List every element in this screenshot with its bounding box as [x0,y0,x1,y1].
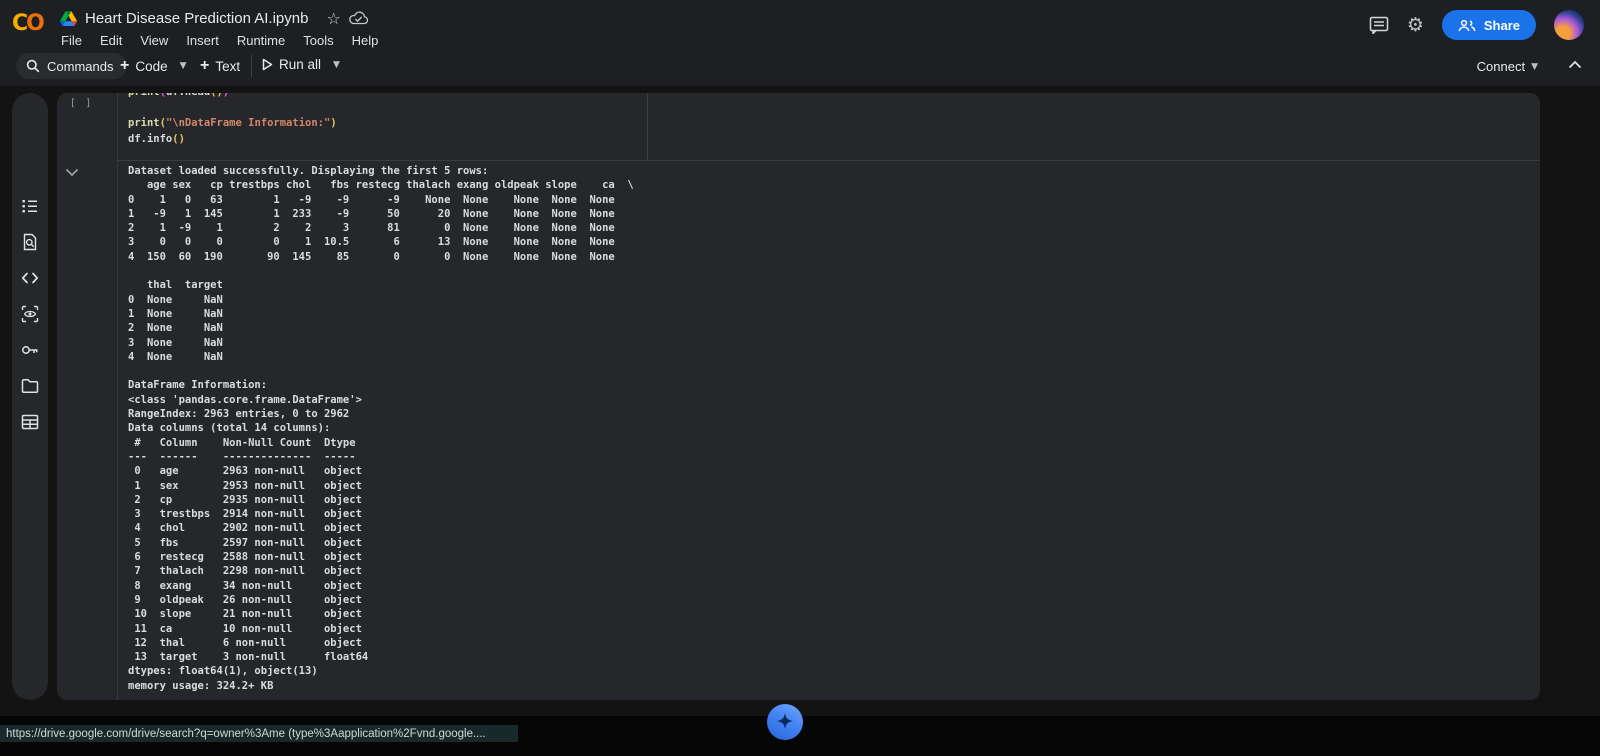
code-snippets-icon[interactable] [21,269,39,287]
files-folder-icon[interactable] [21,377,39,395]
menu-view[interactable]: View [131,31,177,50]
star-icon[interactable]: ☆ [326,9,340,28]
add-code-button[interactable]: + Code ▼ [120,57,187,75]
menu-tools[interactable]: Tools [294,31,342,50]
connect-label: Connect [1477,59,1525,74]
menu-insert[interactable]: Insert [177,31,228,50]
play-icon [262,58,273,71]
colab-logo-icon[interactable]: CO [12,8,52,40]
cloud-saved-icon[interactable] [349,11,368,25]
cell-output: Dataset loaded successfully. Displaying … [128,164,634,693]
comment-icon[interactable] [1369,16,1389,34]
gutter-divider [117,93,118,700]
add-code-label: Code [135,59,167,74]
share-label: Share [1484,18,1520,33]
commands-button[interactable]: Commands [16,53,127,79]
gemini-sparkle-button[interactable] [767,704,803,740]
left-sidebar [12,93,48,700]
menu-file[interactable]: File [52,31,91,50]
chevron-down-icon: ▼ [1531,62,1538,72]
colab-window: CO Heart Disease Prediction AI.ipynb ☆ [0,0,1600,756]
toolbar-divider [251,55,252,77]
table-of-contents-icon[interactable] [21,197,39,215]
menu-edit[interactable]: Edit [91,31,131,50]
commands-label: Commands [47,59,113,74]
menu-bar: File Edit View Insert Runtime Tools Help [52,31,387,50]
settings-gear-icon[interactable]: ⚙ [1407,14,1424,36]
code-cell: [ ] print(df.head()) print("\nDataFrame … [57,93,1540,700]
logo-letter-o: O [26,11,43,36]
notebook-title[interactable]: Heart Disease Prediction AI.ipynb [85,10,308,27]
run-all-label: Run all [279,57,321,72]
menu-help[interactable]: Help [343,31,388,50]
share-button[interactable]: Share [1442,10,1536,40]
search-icon [26,59,40,73]
data-table-icon[interactable] [21,413,39,431]
run-all-button[interactable]: Run all ▼ [262,57,340,72]
collapse-header-icon[interactable] [1568,60,1582,69]
run-cell-button[interactable]: [ ] [64,97,99,110]
avatar[interactable] [1554,10,1584,40]
add-text-button[interactable]: + Text [200,57,240,75]
connect-button[interactable]: Connect ▼ [1477,59,1538,74]
status-url: https://drive.google.com/drive/search?q=… [6,728,486,740]
code-output-divider [117,160,1540,161]
header: CO Heart Disease Prediction AI.ipynb ☆ [0,0,1600,86]
plus-icon: + [120,57,129,75]
code-editor[interactable]: print(df.head()) print("\nDataFrame Info… [128,93,337,147]
drive-icon [60,11,77,26]
secrets-key-icon[interactable] [21,341,39,359]
add-text-label: Text [215,59,240,74]
find-and-replace-icon[interactable] [21,233,39,251]
status-bar: https://drive.google.com/drive/search?q=… [0,725,518,742]
variable-inspector-icon[interactable] [21,305,39,323]
editor-ruler [647,93,648,160]
people-icon [1458,19,1476,32]
collapse-output-icon[interactable] [65,164,81,180]
header-actions: ⚙ Share [1369,10,1584,40]
logo-letter-c: C [12,11,26,36]
title-row: Heart Disease Prediction AI.ipynb ☆ [60,7,368,29]
chevron-down-icon[interactable]: ▼ [333,60,340,70]
menu-runtime[interactable]: Runtime [228,31,294,50]
chevron-down-icon[interactable]: ▼ [180,61,187,71]
plus-icon: + [200,57,209,75]
